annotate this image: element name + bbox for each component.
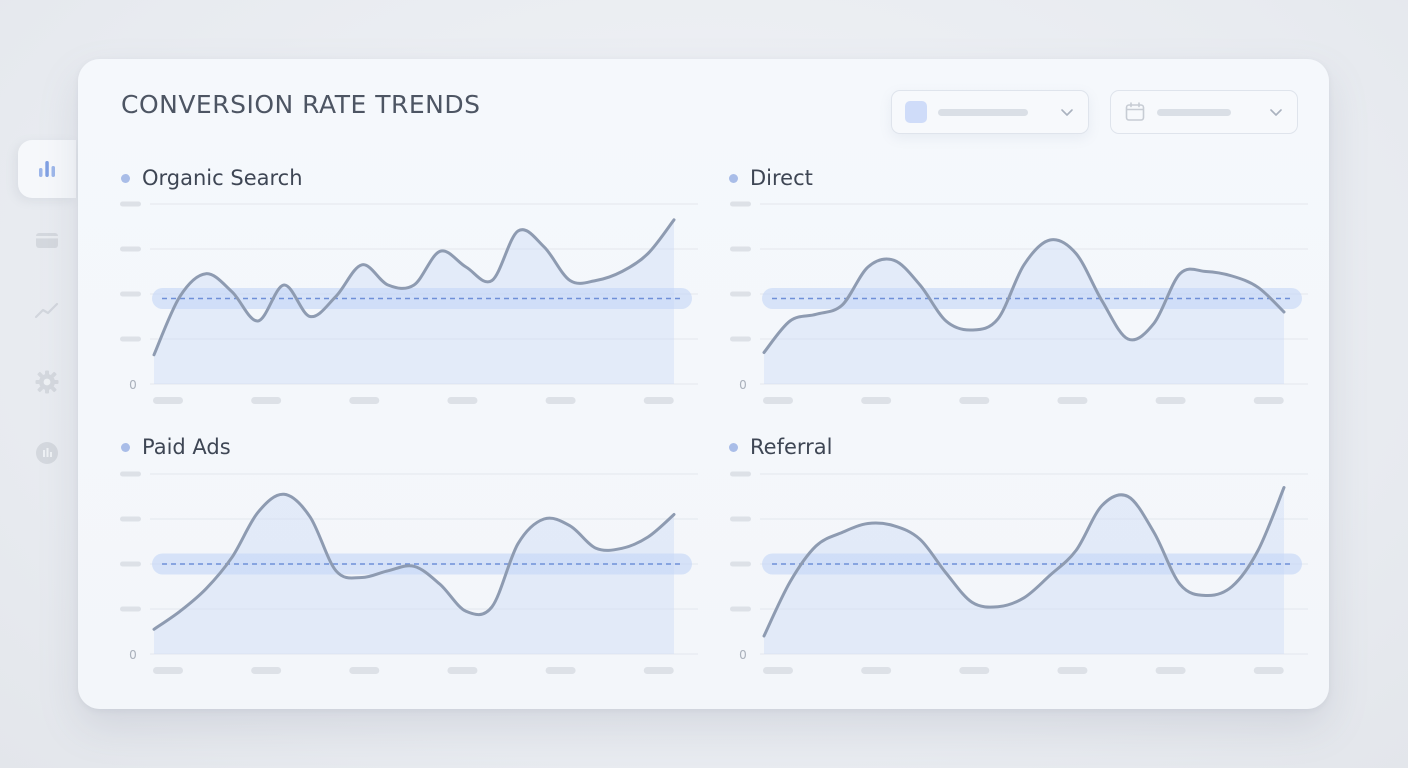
x-tick-stub xyxy=(349,397,380,404)
series-dot xyxy=(729,442,738,452)
x-tick-stub xyxy=(545,667,576,674)
y-tick-stub xyxy=(120,516,141,522)
gear-icon xyxy=(35,370,59,394)
x-tick-stub xyxy=(1057,397,1088,404)
x-tick-stub xyxy=(1155,667,1186,674)
chart-title-direct: Direct xyxy=(750,166,813,190)
x-tick-stub xyxy=(861,397,892,404)
chart-header-organic: Organic Search xyxy=(121,166,303,190)
x-tick-stub xyxy=(959,667,990,674)
paid-ads-chart: 0 xyxy=(120,471,698,674)
series-filter-dropdown[interactable] xyxy=(891,90,1089,134)
x-tick-stub xyxy=(251,397,282,404)
chart-header-referral: Referral xyxy=(729,435,832,459)
series-area xyxy=(764,239,1284,384)
direct-chart: 0 xyxy=(730,201,1308,404)
x-tick-stub xyxy=(643,397,674,404)
chevron-down-icon xyxy=(1270,109,1282,116)
sidebar-item-trends[interactable] xyxy=(18,282,76,340)
y-tick-stub xyxy=(120,336,141,342)
x-tick-stub xyxy=(447,667,478,674)
chart-header-paid: Paid Ads xyxy=(121,435,231,459)
trend-icon xyxy=(34,302,59,319)
y-tick-stub xyxy=(120,291,141,297)
chart-title-paid-ads: Paid Ads xyxy=(142,435,231,459)
y-zero-label: 0 xyxy=(129,378,137,392)
series-dot xyxy=(729,173,738,183)
chart-header-direct: Direct xyxy=(729,166,813,190)
y-tick-stub xyxy=(120,201,141,207)
chart-title-referral: Referral xyxy=(750,435,833,459)
y-tick-stub xyxy=(120,561,141,567)
x-tick-stub xyxy=(545,397,576,404)
x-tick-stub xyxy=(763,397,793,404)
y-tick-stub xyxy=(120,606,141,612)
baseline-band xyxy=(762,553,1302,575)
calendar-icon xyxy=(1125,102,1145,121)
organic-search-chart: 0 xyxy=(120,201,698,404)
y-tick-stub xyxy=(730,201,751,207)
y-tick-stub xyxy=(730,516,751,522)
x-tick-stub xyxy=(153,397,183,404)
chart-title-organic-search: Organic Search xyxy=(142,166,303,190)
date-placeholder-bar xyxy=(1157,108,1231,116)
y-tick-stub xyxy=(730,606,751,612)
x-tick-stub xyxy=(861,667,892,674)
series-dot xyxy=(121,442,130,452)
sidebar-item-charts[interactable] xyxy=(18,140,76,198)
page-title: CONVERSION RATE TRENDS xyxy=(121,90,481,119)
chevron-down-icon xyxy=(1061,109,1073,116)
x-tick-stub xyxy=(447,397,478,404)
y-tick-stub xyxy=(730,246,751,252)
series-dot xyxy=(121,173,130,183)
x-tick-stub xyxy=(349,667,380,674)
y-tick-stub xyxy=(120,471,141,477)
sidebar-item-settings[interactable] xyxy=(18,353,76,411)
pie-icon xyxy=(36,442,58,464)
card-icon xyxy=(36,233,58,248)
x-tick-stub xyxy=(1057,667,1088,674)
x-tick-stub xyxy=(763,667,793,674)
date-range-picker[interactable] xyxy=(1110,90,1298,134)
sidebar-item-cards[interactable] xyxy=(18,211,76,269)
color-swatch-icon xyxy=(905,101,927,123)
y-zero-label: 0 xyxy=(129,648,137,662)
y-tick-stub xyxy=(730,336,751,342)
y-zero-label: 0 xyxy=(739,378,747,392)
x-tick-stub xyxy=(1253,667,1284,674)
x-tick-stub xyxy=(959,397,990,404)
filter-placeholder-bar xyxy=(938,108,1028,116)
x-tick-stub xyxy=(251,667,282,674)
sidebar-item-reports[interactable] xyxy=(18,424,76,482)
referral-chart: 0 xyxy=(730,471,1308,674)
y-tick-stub xyxy=(730,291,751,297)
bar-chart-icon xyxy=(39,161,55,177)
x-tick-stub xyxy=(153,667,183,674)
y-tick-stub xyxy=(120,246,141,252)
x-tick-stub xyxy=(1253,397,1284,404)
y-tick-stub xyxy=(730,561,751,567)
y-tick-stub xyxy=(730,471,751,477)
x-tick-stub xyxy=(1155,397,1186,404)
y-zero-label: 0 xyxy=(739,648,747,662)
x-tick-stub xyxy=(643,667,674,674)
